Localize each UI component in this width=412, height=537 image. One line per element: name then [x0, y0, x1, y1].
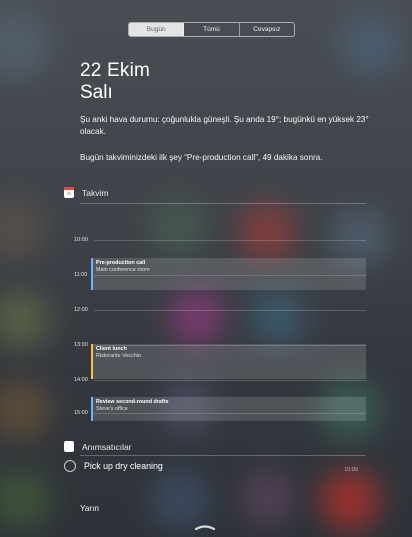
reminders-section-title: Anımsatıcılar: [82, 441, 132, 452]
notification-center-tabs: Bugün Tümü Cevapsız: [128, 22, 295, 37]
reminders-icon: [64, 441, 74, 452]
tomorrow-section-title: Yarın: [80, 504, 99, 513]
tab-missed[interactable]: Cevapsız: [240, 23, 294, 36]
reminder-title: Pick up dry cleaning: [84, 461, 163, 471]
reminder-checkbox-icon[interactable]: [64, 460, 76, 472]
event-location: Main conference room: [96, 266, 150, 273]
tab-today[interactable]: Bugün: [129, 23, 185, 36]
calendar-event[interactable]: Review second-round drafts Steve's offic…: [91, 397, 366, 421]
event-title: Client lunch: [96, 346, 127, 352]
calendar-summary: Bugün takviminizdeki ilk şey “Pre-produc…: [80, 153, 323, 162]
tab-all[interactable]: Tümü: [184, 23, 240, 36]
timeline-hour: 12:00: [74, 307, 88, 313]
calendar-section-header[interactable]: Takvim: [64, 187, 108, 198]
event-title: Review second-round drafts: [96, 399, 169, 405]
today-weekday: Salı: [80, 82, 113, 103]
calendar-event[interactable]: Pre-production call Main conference room: [91, 258, 366, 290]
timeline-gridline: [94, 310, 366, 311]
timeline-hour: 14:00: [74, 377, 88, 383]
calendar-divider: [80, 203, 366, 204]
reminders-section-header[interactable]: Anımsatıcılar: [64, 441, 132, 452]
timeline-gridline: [94, 380, 366, 381]
calendar-icon: [64, 187, 74, 198]
event-title: Pre-production call: [96, 260, 146, 266]
timeline-hour: 13:00: [74, 342, 88, 348]
calendar-section-title: Takvim: [82, 187, 109, 198]
timeline-hour: 11:00: [74, 272, 88, 278]
reminder-item[interactable]: Pick up dry cleaning: [64, 460, 163, 472]
reminder-time: 10:00: [344, 467, 358, 473]
grabber-handle-icon[interactable]: [194, 523, 216, 531]
today-date: 22 Ekim: [80, 60, 151, 81]
reminders-divider: [80, 455, 366, 456]
event-location: Ristorante Vecchio: [96, 352, 141, 359]
event-location: Steve's office: [96, 405, 128, 412]
timeline-gridline: [94, 240, 366, 241]
timeline-hour: 10:00: [74, 237, 88, 243]
calendar-event[interactable]: Client lunch Ristorante Vecchio: [91, 344, 366, 379]
weather-summary: Şu anki hava durumu: çoğunlukla güneşli.…: [80, 115, 369, 136]
timeline-hour: 15:00: [74, 410, 88, 416]
